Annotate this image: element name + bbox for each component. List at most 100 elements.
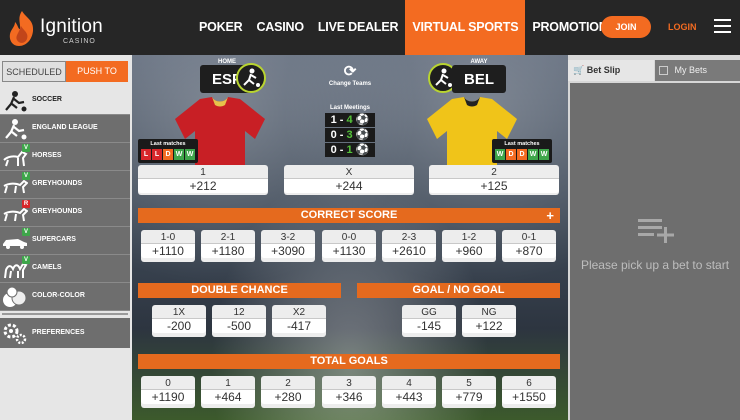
sidebar-item-label: SOCCER <box>32 96 62 103</box>
sidebar-item-preferences[interactable]: PREFERENCES <box>0 318 130 348</box>
race-badge: R <box>22 200 30 208</box>
playlist-add-icon <box>638 219 674 243</box>
nav-virtual-sports[interactable]: VIRTUAL SPORTS <box>405 0 526 55</box>
sidebar-item-label: ENGLAND LEAGUE <box>32 124 98 131</box>
odds-total-goals[interactable]: 1 +464 <box>201 376 255 408</box>
brand-name: Ignition <box>40 16 103 37</box>
nav-poker[interactable]: POKER <box>192 0 249 55</box>
odds-total-goals[interactable]: 0 +1190 <box>141 376 195 408</box>
join-button[interactable]: JOIN <box>601 16 651 38</box>
total-goals-header: TOTAL GOALS <box>138 354 560 369</box>
odds-home-win[interactable]: 1 +212 <box>138 165 268 195</box>
sports-sidebar: SCHEDULED PUSH TO PLAY SOCCER ENGLAND LE… <box>0 55 130 420</box>
odds-draw[interactable]: X +244 <box>284 165 414 195</box>
preferences-label: PREFERENCES <box>32 329 85 336</box>
expand-plus-icon[interactable]: + <box>546 208 554 223</box>
meeting-row: 1 - 4 ⚽ <box>325 113 375 127</box>
nav-live-dealer[interactable]: LIVE DEALER <box>311 0 405 55</box>
virtual-badge: V <box>22 228 30 236</box>
bet-slip-empty-message: Please pick up a bet to start <box>580 258 730 272</box>
sidebar-item-label: GREYHOUNDS <box>32 180 83 187</box>
odds-total-goals[interactable]: 4 +443 <box>382 376 436 408</box>
sidebar-item-camels[interactable]: V CAMELS <box>0 255 130 283</box>
change-teams-label: Change Teams <box>328 81 372 87</box>
login-link[interactable]: LOGIN <box>668 16 697 38</box>
odds-correct-score[interactable]: 1-0 +1110 <box>141 230 195 262</box>
virtual-badge: V <box>22 172 30 180</box>
away-last-matches: Last matches W D D W W <box>492 139 552 163</box>
result-chip: L <box>152 149 162 160</box>
odds-goal-no-goal[interactable]: NG +122 <box>462 305 516 337</box>
sidebar-item-supercars[interactable]: V SUPERCARS <box>0 227 130 255</box>
sidebar-item-england-league[interactable]: ENGLAND LEAGUE <box>0 115 130 143</box>
odds-total-goals[interactable]: 3 +346 <box>322 376 376 408</box>
tab-scheduled[interactable]: SCHEDULED <box>2 61 66 82</box>
soccer-kick-icon <box>236 63 266 93</box>
result-chip: D <box>517 149 527 160</box>
odds-total-goals[interactable]: 6 +1550 <box>502 376 556 408</box>
correct-score-header: CORRECT SCORE + <box>138 208 560 223</box>
sidebar-divider <box>2 313 128 315</box>
result-chip: W <box>174 149 184 160</box>
sidebar-item-label: COLOR-COLOR <box>32 292 85 299</box>
sidebar-item-color-color[interactable]: COLOR-COLOR <box>0 283 130 311</box>
sidebar-item-greyhounds[interactable]: V GREYHOUNDS <box>0 171 130 199</box>
away-team-box: AWAY BEL <box>452 59 506 93</box>
bet-slip-body: Please pick up a bet to start <box>570 83 740 420</box>
odds-double-chance[interactable]: X2 -417 <box>272 305 326 337</box>
odds-correct-score[interactable]: 2-1 +1180 <box>201 230 255 262</box>
hamburger-menu-icon[interactable] <box>714 19 731 33</box>
sidebar-item-horses[interactable]: V HORSES <box>0 143 130 171</box>
away-team-code: BEL <box>464 71 494 88</box>
odds-goal-no-goal[interactable]: GG -145 <box>402 305 456 337</box>
result-chip: D <box>163 149 173 160</box>
away-label: AWAY <box>470 59 488 65</box>
goal-no-goal-header: GOAL / NO GOAL <box>357 283 560 298</box>
main-nav: POKER CASINO LIVE DEALER VIRTUAL SPORTS … <box>192 0 623 55</box>
odds-total-goals[interactable]: 2 +280 <box>261 376 315 408</box>
odds-double-chance[interactable]: 1X -200 <box>152 305 206 337</box>
sidebar-item-label: HORSES <box>32 152 62 159</box>
nav-casino[interactable]: CASINO <box>249 0 310 55</box>
refresh-icon: ⟳ <box>343 63 357 80</box>
odds-away-win[interactable]: 2 +125 <box>429 165 559 195</box>
result-chip: W <box>539 149 549 160</box>
bet-slip-panel: 🛒 Bet Slip My Bets Please pick up a bet … <box>568 55 740 420</box>
last-meetings-title: Last Meetings <box>329 105 370 111</box>
match-panel: HOME ESP ⟳ Change Teams Last Meetings 1 … <box>132 55 568 420</box>
top-navigation-bar: Ignition CASINO POKER CASINO LIVE DEALER… <box>0 0 740 55</box>
document-icon <box>659 66 668 76</box>
result-chip: W <box>495 149 505 160</box>
result-chip: W <box>185 149 195 160</box>
tab-bet-slip[interactable]: 🛒 Bet Slip <box>568 60 654 81</box>
gears-icon <box>3 323 27 345</box>
sidebar-item-greyhounds-racing[interactable]: R GREYHOUNDS <box>0 199 130 227</box>
cart-icon: 🛒 <box>573 65 585 75</box>
meeting-row: 0 - 1 ⚽ <box>325 143 375 157</box>
sidebar-tabs: SCHEDULED PUSH TO PLAY <box>2 61 128 97</box>
sidebar-item-soccer[interactable]: SOCCER <box>0 87 130 115</box>
virtual-badge: V <box>22 144 30 152</box>
change-teams-button[interactable]: ⟳ Change Teams <box>320 63 380 87</box>
odds-total-goals[interactable]: 5 +779 <box>442 376 496 408</box>
sidebar-item-label: GREYHOUNDS <box>32 208 83 215</box>
ignition-logo[interactable]: Ignition CASINO <box>6 6 116 48</box>
soccer-player-icon <box>5 119 27 140</box>
bet-slip-tabs: 🛒 Bet Slip My Bets <box>568 60 740 81</box>
double-chance-header: DOUBLE CHANCE <box>138 283 341 298</box>
odds-correct-score[interactable]: 1-2 +960 <box>442 230 496 262</box>
odds-correct-score[interactable]: 3-2 +3090 <box>261 230 315 262</box>
odds-correct-score[interactable]: 0-1 +870 <box>502 230 556 262</box>
odds-correct-score[interactable]: 0-0 +1130 <box>322 230 376 262</box>
meeting-row: 0 - 3 ⚽ <box>325 128 375 142</box>
odds-double-chance[interactable]: 12 -500 <box>212 305 266 337</box>
tab-push-to-play[interactable]: PUSH TO PLAY <box>66 61 128 97</box>
result-chip: W <box>528 149 538 160</box>
result-chip: D <box>506 149 516 160</box>
sidebar-item-label: SUPERCARS <box>32 236 76 243</box>
last-meetings: Last Meetings 1 - 4 ⚽ 0 - 3 ⚽ 0 - 1 ⚽ <box>325 105 375 158</box>
tab-my-bets[interactable]: My Bets <box>655 60 740 81</box>
odds-correct-score[interactable]: 2-3 +2610 <box>382 230 436 262</box>
home-last-matches: Last matches L L D W W <box>138 139 198 163</box>
brand-subtitle: CASINO <box>63 38 96 45</box>
